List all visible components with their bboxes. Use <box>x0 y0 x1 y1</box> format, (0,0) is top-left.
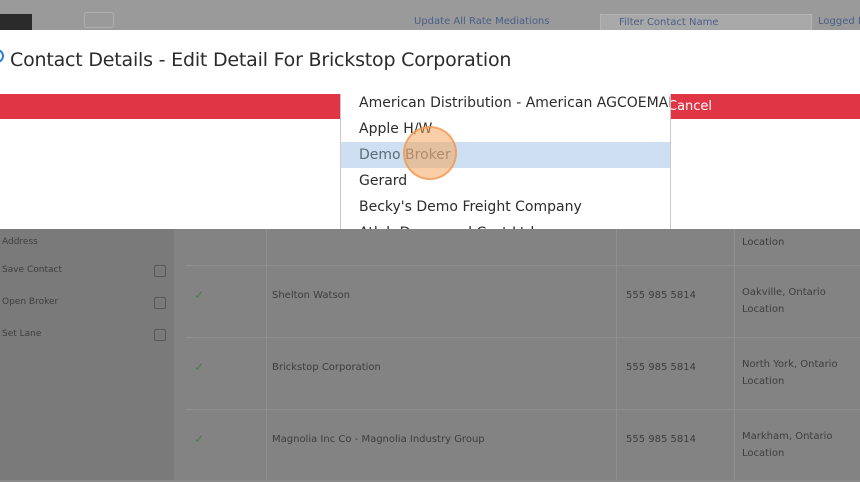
bg-user-link: Logged In <box>818 16 860 27</box>
background-header: Update All Rate Mediations Filter Contac… <box>0 0 860 32</box>
dropdown-option[interactable]: Apple H/W <box>341 116 670 142</box>
cancel-button[interactable]: Cancel <box>668 94 712 119</box>
table-row: ✓ Magnolia Inc Co - Magnolia Industry Gr… <box>186 409 860 482</box>
checkbox-icon <box>154 297 166 309</box>
bg-search-label: Filter Contact Name <box>619 17 719 28</box>
sidebar-item: Set Lane <box>0 321 174 351</box>
dropdown-option[interactable]: American Distribution - American AGCOEMA… <box>341 94 670 116</box>
dropdown-option[interactable]: Gerard <box>341 168 670 194</box>
checkbox-icon <box>154 265 166 277</box>
background-table: Location ✓ Shelton Watson 555 985 5814 O… <box>186 193 860 482</box>
check-icon: ✓ <box>194 360 205 374</box>
menu-toggle <box>84 12 114 28</box>
table-row: ✓ Brickstop Corporation 555 985 5814 Nor… <box>186 337 860 410</box>
dropdown-option[interactable]: Becky's Demo Freight Company <box>341 194 670 220</box>
background-sidebar: Address Save Contact Open Broker Set Lan… <box>0 229 174 480</box>
checkbox-icon <box>154 329 166 341</box>
sidebar-item: Address <box>2 237 38 247</box>
sidebar-item: Save Contact <box>0 257 174 287</box>
app-logo <box>0 14 32 30</box>
dropdown-option-selected[interactable]: Demo Broker <box>341 142 670 168</box>
check-icon: ✓ <box>194 288 205 302</box>
broker-dropdown-list[interactable]: American Distribution - American AGCOEMA… <box>340 94 671 229</box>
modal-title: Contact Details - Edit Detail For Bricks… <box>10 49 512 71</box>
sidebar-item: Open Broker <box>0 289 174 319</box>
check-icon: ✓ <box>194 432 205 446</box>
bg-link-rates: Update All Rate Mediations <box>414 16 550 27</box>
table-row: ✓ Shelton Watson 555 985 5814 Oakville, … <box>186 265 860 338</box>
info-icon <box>0 49 4 63</box>
dropdown-option[interactable]: Atlab Demo and Cost Ltd <box>341 220 670 229</box>
background-content: Address Save Contact Open Broker Set Lan… <box>0 193 860 482</box>
